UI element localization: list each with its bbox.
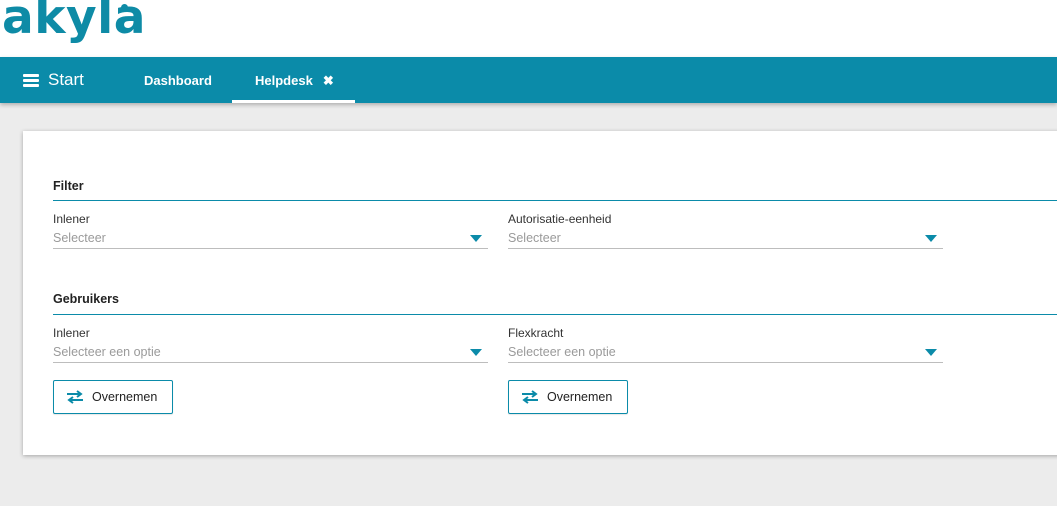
dropdown-arrow-icon [925, 235, 937, 242]
tab-dashboard[interactable]: Dashboard [144, 57, 212, 103]
close-icon[interactable]: ✖ [323, 74, 334, 87]
users-inlener-field: Inlener Selecteer een optie [53, 326, 488, 363]
filter-section-divider [53, 200, 1057, 201]
tab-helpdesk[interactable]: Helpdesk ✖ [232, 57, 355, 103]
start-menu-button[interactable]: Start [23, 57, 84, 103]
users-inlener-placeholder: Selecteer een optie [53, 345, 161, 359]
app-header: akyla [0, 0, 1057, 57]
users-flexkracht-field: Flexkracht Selecteer een optie [508, 326, 943, 363]
helpdesk-card: Filter Inlener Selecteer Autorisatie-een… [23, 131, 1057, 455]
users-flexkracht-placeholder: Selecteer een optie [508, 345, 616, 359]
users-flexkracht-label: Flexkracht [508, 326, 564, 340]
users-inlener-select[interactable]: Selecteer een optie [53, 343, 488, 363]
swap-arrows-icon [67, 390, 83, 404]
filter-inlener-label: Inlener [53, 212, 90, 226]
tab-dashboard-label: Dashboard [144, 72, 212, 88]
filter-inlener-select[interactable]: Selecteer [53, 229, 488, 249]
dropdown-arrow-icon [470, 235, 482, 242]
start-menu-label: Start [48, 70, 84, 89]
dropdown-arrow-icon [925, 349, 937, 356]
swap-arrows-icon [522, 390, 538, 404]
overnemen-inlener-label: Overnemen [92, 390, 158, 404]
logo-dot [121, 4, 128, 11]
dropdown-arrow-icon [470, 349, 482, 356]
filter-section-title: Filter [53, 179, 84, 193]
hamburger-icon [23, 73, 39, 87]
overnemen-flexkracht-button[interactable]: Overnemen [508, 380, 628, 414]
filter-inlener-placeholder: Selecteer [53, 231, 106, 245]
users-section-divider [53, 314, 1057, 315]
tab-helpdesk-label: Helpdesk [255, 72, 313, 88]
users-inlener-label: Inlener [53, 326, 90, 340]
overnemen-flexkracht-label: Overnemen [547, 390, 613, 404]
overnemen-inlener-button[interactable]: Overnemen [53, 380, 173, 414]
users-flexkracht-select[interactable]: Selecteer een optie [508, 343, 943, 363]
filter-autorisatie-select[interactable]: Selecteer [508, 229, 943, 249]
filter-inlener-field: Inlener Selecteer [53, 212, 488, 249]
filter-autorisatie-placeholder: Selecteer [508, 231, 561, 245]
filter-autorisatie-field: Autorisatie-eenheid Selecteer [508, 212, 943, 249]
filter-autorisatie-label: Autorisatie-eenheid [508, 212, 612, 226]
main-navbar: Start Dashboard Helpdesk ✖ [0, 57, 1057, 103]
users-section-title: Gebruikers [53, 292, 120, 306]
